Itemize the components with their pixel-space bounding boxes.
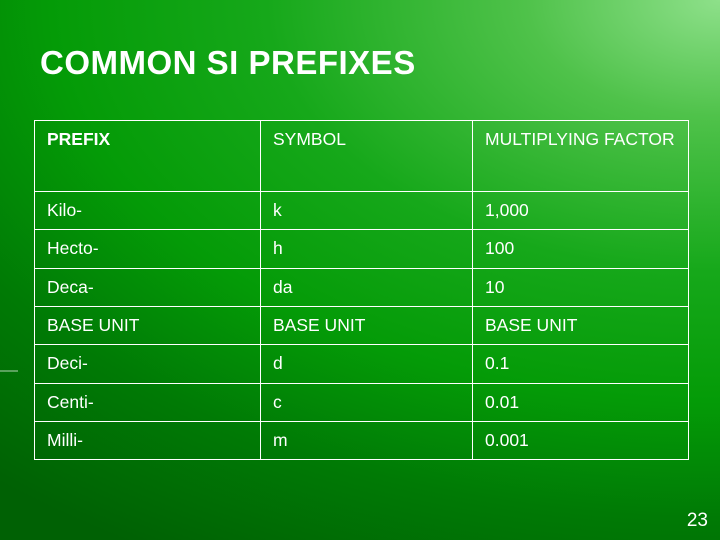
table-header-row: PREFIX SYMBOL MULTIPLYING FACTOR xyxy=(34,120,689,192)
cell-prefix: Deci- xyxy=(34,344,261,384)
slide: COMMON SI PREFIXES PREFIX SYMBOL MULTIPL… xyxy=(0,0,720,540)
table-row: Centi- c 0.01 xyxy=(34,382,689,423)
cell-factor: 100 xyxy=(472,229,689,269)
decorative-edge-tick xyxy=(0,370,18,372)
si-prefix-table-container: PREFIX SYMBOL MULTIPLYING FACTOR Kilo- k… xyxy=(34,120,689,461)
cell-symbol: k xyxy=(260,190,473,231)
table-row: BASE UNIT BASE UNIT BASE UNIT xyxy=(34,306,689,346)
table-row: Deci- d 0.1 xyxy=(34,344,689,384)
cell-symbol: BASE UNIT xyxy=(260,306,473,346)
cell-symbol: d xyxy=(260,344,473,384)
cell-prefix: Kilo- xyxy=(34,190,261,231)
si-prefix-table: PREFIX SYMBOL MULTIPLYING FACTOR Kilo- k… xyxy=(34,120,689,461)
table-row: Deca- da 10 xyxy=(34,267,689,308)
cell-factor: 1,000 xyxy=(472,190,689,231)
cell-factor: BASE UNIT xyxy=(472,306,689,346)
cell-symbol: da xyxy=(260,267,473,308)
column-header-prefix: PREFIX xyxy=(34,120,261,192)
cell-prefix: Hecto- xyxy=(34,229,261,269)
page-number: 23 xyxy=(686,510,708,531)
column-header-multiplying-factor: MULTIPLYING FACTOR xyxy=(472,120,689,192)
cell-factor: 0.1 xyxy=(472,344,689,384)
cell-symbol: m xyxy=(260,421,473,461)
table-row: Milli- m 0.001 xyxy=(34,421,689,461)
page-title: COMMON SI PREFIXES xyxy=(40,44,416,81)
column-header-symbol: SYMBOL xyxy=(260,120,473,192)
cell-factor: 0.001 xyxy=(472,421,689,461)
cell-factor: 10 xyxy=(472,267,689,308)
cell-prefix: Deca- xyxy=(34,267,261,308)
cell-symbol: h xyxy=(260,229,473,269)
table-row: Hecto- h 100 xyxy=(34,229,689,269)
cell-prefix: Milli- xyxy=(34,421,261,461)
cell-symbol: c xyxy=(260,382,473,423)
cell-prefix: BASE UNIT xyxy=(34,306,261,346)
table-row: Kilo- k 1,000 xyxy=(34,190,689,231)
cell-prefix: Centi- xyxy=(34,382,261,423)
cell-factor: 0.01 xyxy=(472,382,689,423)
